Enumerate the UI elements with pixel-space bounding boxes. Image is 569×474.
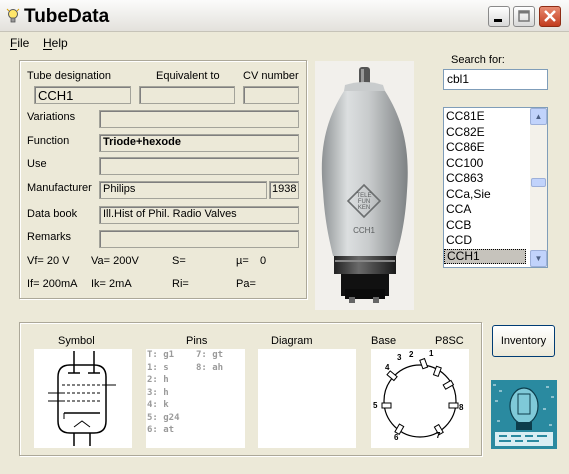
tube-logo-icon <box>491 380 557 449</box>
pin-entry: 5: g24 <box>147 412 180 423</box>
ri-value: Ri= <box>172 278 189 290</box>
pin-entry: 1: s <box>147 362 169 373</box>
databook-field[interactable]: Ill.Hist of Phil. Radio Valves <box>99 206 299 224</box>
base-pin-5: 5 <box>373 401 378 410</box>
maximize-icon <box>518 10 530 22</box>
base-pin-4: 4 <box>385 363 390 372</box>
base-panel: 1 2 3 4 5 6 7 8 <box>371 349 469 448</box>
designation-field[interactable]: CCH1 <box>34 86 131 104</box>
scroll-down-button[interactable]: ▼ <box>530 250 547 267</box>
tube-listbox[interactable]: CC81E CC82E CC86E CC100 CC863 CCa,Sie CCA CCB CC… <box>443 107 548 268</box>
menu-help-label: Help <box>43 36 68 50</box>
tube-symbol-icon <box>48 351 116 446</box>
pa-value: Pa= <box>236 278 256 290</box>
manufacturer-label: Manufacturer <box>27 182 92 194</box>
cv-label: CV number <box>243 70 299 82</box>
symbol-label: Symbol <box>58 335 95 347</box>
tube-list-item[interactable]: CC82E <box>444 125 528 141</box>
year-field[interactable]: 1938 <box>269 181 299 199</box>
pin-entry: T: g1 <box>147 350 175 360</box>
diagram-panel <box>258 349 356 448</box>
pins-label: Pins <box>186 335 208 347</box>
symbol-panel <box>34 349 132 448</box>
tube-list-item[interactable]: CCB <box>444 218 528 234</box>
close-icon <box>544 10 556 22</box>
pins-panel: T: g1 1: s 2: h 3: h 4: k 5: g24 6: at 7… <box>146 349 245 448</box>
tube-list-item[interactable]: CCH1 <box>444 248 526 264</box>
equivalent-field[interactable] <box>139 86 235 104</box>
menu-help[interactable]: Help <box>43 36 68 50</box>
base-pin-8: 8 <box>459 403 464 412</box>
remarks-field[interactable] <box>99 230 299 248</box>
ik-value: Ik= 2mA <box>91 278 132 290</box>
app-logo <box>491 380 557 449</box>
search-input[interactable]: cbl1 <box>443 69 548 90</box>
search-label: Search for: <box>451 54 505 66</box>
menu-bar <box>0 33 569 53</box>
scroll-thumb[interactable] <box>531 178 546 187</box>
designation-label: Tube designation <box>27 70 111 82</box>
tube-list-item[interactable]: CCD <box>444 233 528 249</box>
variations-label: Variations <box>27 111 76 123</box>
pin-entry: 3: h <box>147 387 169 398</box>
title-bar[interactable]: TubeData <box>0 0 569 32</box>
mu-label: µ= <box>236 255 249 267</box>
tube-list-item[interactable]: CC863 <box>444 171 528 187</box>
menu-file-underline <box>10 49 17 50</box>
diagram-label: Diagram <box>271 335 313 347</box>
cv-field[interactable] <box>243 86 299 104</box>
pins-column-2: 7: gt 8: ah <box>196 349 223 374</box>
menu-file[interactable]: File <box>10 36 29 50</box>
base-pin-1: 1 <box>429 349 434 358</box>
base-pin-7: 7 <box>436 431 441 440</box>
tube-list: CC81E CC82E CC86E CC100 CC863 CCa,Sie CCA CCB CC… <box>444 109 528 264</box>
use-field[interactable] <box>99 157 299 175</box>
tube-list-item[interactable]: CCa,Sie <box>444 187 528 203</box>
list-scrollbar[interactable]: ▲ ▼ <box>530 108 547 267</box>
equivalent-label: Equivalent to <box>156 70 220 82</box>
pin-entry: 2: h <box>147 375 169 385</box>
manufacturer-field[interactable]: Philips <box>99 181 267 199</box>
base-pin-2: 2 <box>409 350 414 359</box>
lightbulb-icon <box>6 8 20 23</box>
tube-print-text: CCH1 <box>353 226 375 235</box>
databook-label: Data book <box>27 208 78 220</box>
minimize-icon <box>494 19 502 22</box>
remarks-label: Remarks <box>27 231 72 243</box>
tube-list-item[interactable]: CC81E <box>444 109 528 125</box>
base-pin-6: 6 <box>394 433 399 442</box>
vf-value: Vf= 20 V <box>27 255 70 267</box>
maximize-button[interactable] <box>513 6 535 27</box>
function-field[interactable]: Triode+hexode <box>99 134 299 152</box>
window-title: TubeData <box>24 6 110 27</box>
tube-list-item[interactable]: CC86E <box>444 140 528 156</box>
base-type: P8SC <box>435 335 464 347</box>
s-value: S= <box>172 255 186 267</box>
minimize-button[interactable] <box>488 6 510 27</box>
base-pin-3: 3 <box>397 353 402 362</box>
close-button[interactable] <box>539 6 561 27</box>
base-label: Base <box>371 335 397 347</box>
pin-entry: 6: at <box>147 425 175 435</box>
pin-entry: 4: k <box>147 400 169 410</box>
pins-column-1: T: g1 1: s 2: h 3: h 4: k 5: g24 6: at <box>147 349 180 437</box>
tube-list-item[interactable]: CCA <box>444 202 528 218</box>
va-value: Va= 200V <box>91 255 139 267</box>
variations-field[interactable] <box>99 110 299 128</box>
tube-photo: TELE FUN KEN CCH1 <box>315 61 414 310</box>
menu-file-label: File <box>10 36 30 50</box>
use-label: Use <box>27 158 47 170</box>
inventory-button[interactable]: Inventory <box>492 325 555 357</box>
svg-text:KEN: KEN <box>358 205 370 211</box>
pin-entry: 7: gt <box>196 350 224 360</box>
if-value: If= 200mA <box>27 278 78 290</box>
tube-list-item[interactable]: CC100 <box>444 156 528 172</box>
pin-entry: 8: ah <box>196 362 224 373</box>
menu-help-underline <box>43 49 52 50</box>
mu-value: 0 <box>260 255 267 267</box>
scroll-up-button[interactable]: ▲ <box>530 108 547 125</box>
function-label: Function <box>27 135 70 147</box>
